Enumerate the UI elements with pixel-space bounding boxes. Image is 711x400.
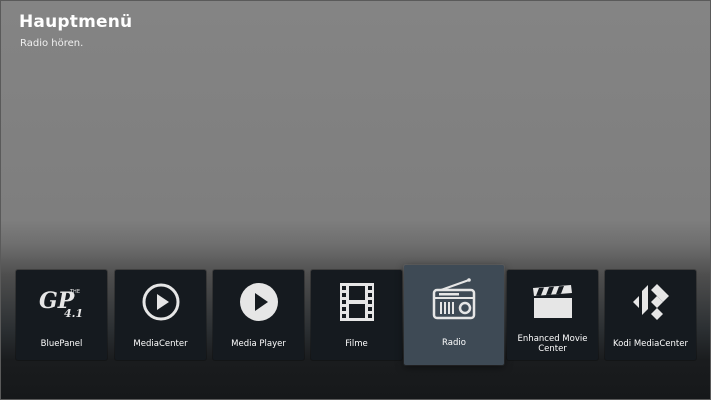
menu-item-label: Filme (345, 339, 368, 349)
bluepanel-logo-sub: THE (69, 289, 80, 295)
film-strip-icon (311, 282, 402, 322)
menu-item-media-player[interactable]: Media Player (213, 270, 304, 360)
radio-icon (404, 278, 504, 320)
play-circle-icon (115, 282, 206, 322)
menu-item-kodi-mediacenter[interactable]: Kodi MediaCenter (605, 270, 696, 360)
menu-item-filme[interactable]: Filme (311, 270, 402, 360)
bluepanel-logo-version: 4.1 (64, 307, 83, 320)
page-subtitle: Radio hören. (20, 38, 84, 49)
page-title: Hauptmenü (19, 12, 133, 32)
menu-item-mediacenter[interactable]: MediaCenter (115, 270, 206, 360)
main-menu-bar: GP THE 4.1 BluePanel MediaCenter Media P… (16, 265, 700, 365)
kodi-logo-icon (605, 282, 696, 322)
clapperboard-icon (507, 282, 598, 322)
menu-item-label: Radio (442, 338, 466, 348)
menu-item-radio[interactable]: Radio (404, 265, 504, 365)
play-filled-circle-icon (213, 282, 304, 322)
menu-item-label: Media Player (231, 339, 286, 349)
menu-item-label: Enhanced Movie Center (517, 334, 588, 354)
bluepanel-gp-logo-icon: GP THE 4.1 (16, 282, 107, 322)
menu-item-enhanced-movie-center[interactable]: Enhanced Movie Center (507, 270, 598, 360)
menu-item-label: BluePanel (40, 339, 83, 349)
menu-item-bluepanel[interactable]: GP THE 4.1 BluePanel (16, 270, 107, 360)
menu-item-label: MediaCenter (133, 339, 188, 349)
menu-item-label: Kodi MediaCenter (613, 339, 688, 349)
